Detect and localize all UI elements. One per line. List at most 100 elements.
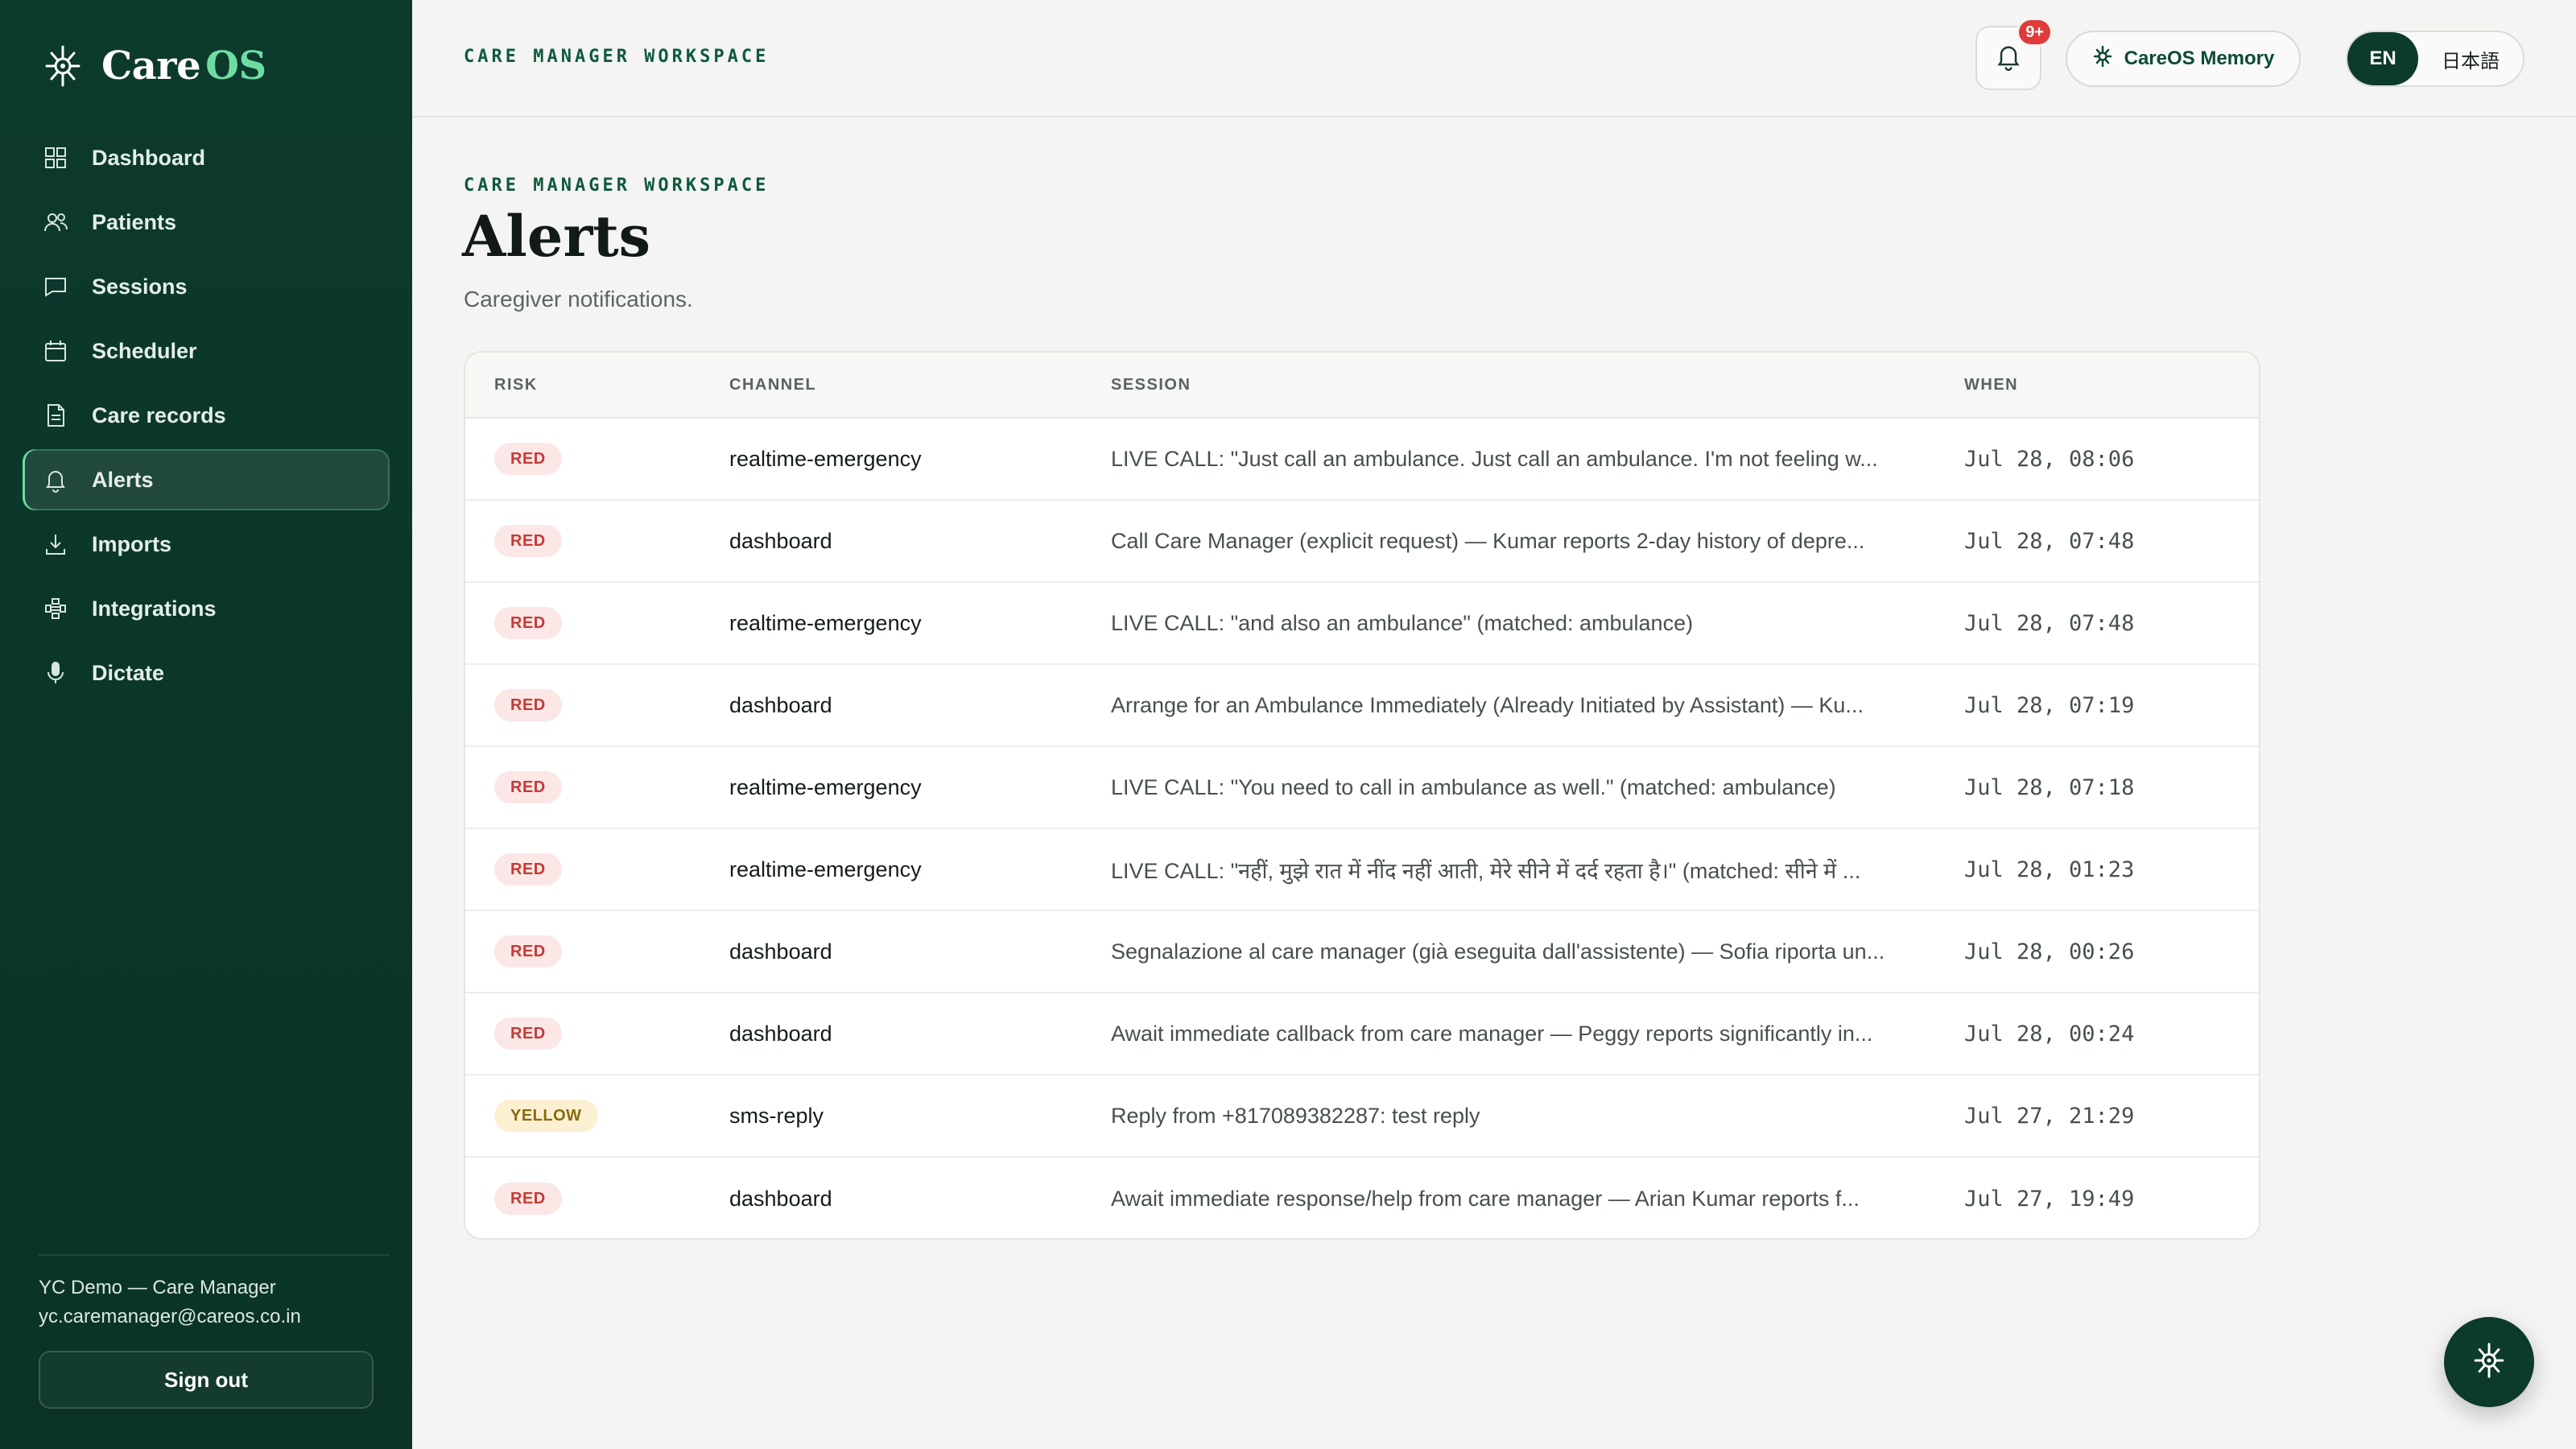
- channel-cell: dashboard: [729, 692, 832, 717]
- column-header-channel[interactable]: CHANNEL: [729, 376, 1111, 394]
- column-header-session[interactable]: SESSION: [1111, 376, 1964, 394]
- channel-cell: dashboard: [729, 528, 832, 553]
- sidebar-item-label: Scheduler: [92, 338, 197, 363]
- table-row[interactable]: RED dashboard Segnalazione al care manag…: [465, 911, 2259, 993]
- table-row[interactable]: RED realtime-emergency LIVE CALL: "नहीं,…: [465, 829, 2259, 911]
- table-row[interactable]: RED dashboard Call Care Manager (explici…: [465, 501, 2259, 583]
- sidebar-item-label: Imports: [92, 531, 172, 556]
- lang-en-option[interactable]: EN: [2347, 32, 2418, 85]
- sidebar-item-label: Dictate: [92, 660, 165, 685]
- channel-cell: realtime-emergency: [729, 610, 922, 635]
- memory-label: CareOS Memory: [2124, 47, 2275, 69]
- page-eyebrow: CARE MANAGER WORKSPACE: [464, 175, 770, 196]
- risk-badge: RED: [494, 689, 562, 721]
- channel-cell: realtime-emergency: [729, 774, 922, 799]
- column-header-risk[interactable]: RISK: [465, 376, 729, 394]
- when-cell: Jul 28, 01:23: [1964, 857, 2135, 882]
- channel-cell: realtime-emergency: [729, 857, 922, 881]
- when-cell: Jul 28, 08:06: [1964, 446, 2135, 472]
- risk-badge: RED: [494, 525, 562, 557]
- risk-badge: RED: [494, 1183, 562, 1215]
- sidebar-divider: [39, 1254, 390, 1256]
- session-cell: Await immediate response/help from care …: [1111, 1186, 1860, 1211]
- session-cell: Call Care Manager (explicit request) — K…: [1111, 528, 1865, 553]
- sidebar-item-sessions[interactable]: Sessions: [23, 256, 390, 317]
- brand-name: Care OS: [101, 43, 266, 89]
- sidebar-item-patients[interactable]: Patients: [23, 192, 390, 253]
- column-header-when[interactable]: WHEN: [1964, 376, 2259, 394]
- language-switcher: EN 日本語: [2346, 31, 2524, 87]
- table-row[interactable]: RED realtime-emergency LIVE CALL: "and a…: [465, 583, 2259, 665]
- sidebar-item-integrations[interactable]: Integrations: [23, 578, 390, 639]
- careos-memory-button[interactable]: CareOS Memory: [2066, 31, 2301, 87]
- user-name: YC Demo — Care Manager: [39, 1277, 276, 1298]
- when-cell: Jul 28, 07:18: [1964, 774, 2135, 800]
- sidebar-item-imports[interactable]: Imports: [23, 514, 390, 575]
- risk-badge: RED: [494, 771, 562, 803]
- when-cell: Jul 28, 07:19: [1964, 692, 2135, 718]
- when-cell: Jul 27, 19:49: [1964, 1186, 2135, 1212]
- channel-cell: dashboard: [729, 939, 832, 964]
- sidebar-item-label: Dashboard: [92, 145, 206, 170]
- session-cell: LIVE CALL: "Just call an ambulance. Just…: [1111, 446, 1878, 471]
- session-cell: LIVE CALL: "You need to call in ambulanc…: [1111, 774, 1836, 799]
- risk-badge: RED: [494, 443, 562, 475]
- users-icon: [42, 208, 69, 236]
- risk-badge: RED: [494, 1018, 562, 1050]
- risk-badge: RED: [494, 853, 562, 886]
- careos-assistant-button[interactable]: [2444, 1317, 2534, 1407]
- when-cell: Jul 28, 07:48: [1964, 610, 2135, 636]
- sidebar-item-dashboard[interactable]: Dashboard: [23, 127, 390, 188]
- page-title: Alerts: [462, 203, 651, 270]
- when-cell: Jul 28, 00:26: [1964, 939, 2135, 964]
- table-row[interactable]: RED realtime-emergency LIVE CALL: "You n…: [465, 747, 2259, 829]
- channel-cell: dashboard: [729, 1186, 832, 1211]
- page-subtitle: Caregiver notifications.: [464, 287, 693, 312]
- sidebar-item-label: Integrations: [92, 596, 217, 621]
- bell-icon: [42, 466, 69, 493]
- chat-icon: [42, 273, 69, 300]
- careos-logo-icon: [42, 42, 84, 90]
- sidebar-item-label: Patients: [92, 209, 177, 234]
- sidebar-item-care-records[interactable]: Care records: [23, 385, 390, 446]
- sidebar-item-alerts[interactable]: Alerts: [23, 449, 390, 510]
- sidebar: Care OS Dashboard Patients Sessions Sched…: [0, 0, 412, 1449]
- lang-ja-option[interactable]: 日本語: [2418, 32, 2523, 85]
- sidebar-item-label: Care records: [92, 402, 226, 427]
- sidebar-item-label: Sessions: [92, 274, 188, 299]
- grid-icon: [42, 144, 69, 171]
- table-row[interactable]: RED dashboard Arrange for an Ambulance I…: [465, 665, 2259, 747]
- sign-out-button[interactable]: Sign out: [39, 1351, 374, 1409]
- document-icon: [42, 402, 69, 429]
- table-row[interactable]: RED dashboard Await immediate callback f…: [465, 993, 2259, 1075]
- puzzle-icon: [42, 595, 69, 622]
- notification-badge: 9+: [2017, 18, 2053, 47]
- when-cell: Jul 28, 00:24: [1964, 1021, 2135, 1046]
- calendar-icon: [42, 337, 69, 365]
- sidebar-item-label: Alerts: [92, 467, 154, 492]
- table-row[interactable]: RED dashboard Await immediate response/h…: [465, 1158, 2259, 1238]
- table-header: RISK CHANNEL SESSION WHEN: [465, 353, 2259, 419]
- session-cell: Arrange for an Ambulance Immediately (Al…: [1111, 692, 1864, 717]
- risk-badge: RED: [494, 607, 562, 639]
- session-cell: LIVE CALL: "नहीं, मुझे रात में नींद नहीं…: [1111, 858, 1861, 883]
- sidebar-item-scheduler[interactable]: Scheduler: [23, 320, 390, 382]
- channel-cell: realtime-emergency: [729, 446, 922, 471]
- top-bar: CARE MANAGER WORKSPACE 9+ CareOS Memory …: [412, 0, 2576, 118]
- when-cell: Jul 28, 07:48: [1964, 528, 2135, 554]
- channel-cell: dashboard: [729, 1021, 832, 1046]
- session-cell: LIVE CALL: "and also an ambulance" (matc…: [1111, 610, 1694, 635]
- when-cell: Jul 27, 21:29: [1964, 1103, 2135, 1129]
- notifications-button[interactable]: 9+: [1975, 18, 2053, 90]
- session-cell: Reply from +817089382287: test reply: [1111, 1103, 1480, 1128]
- table-row[interactable]: YELLOW sms-reply Reply from +81708938228…: [465, 1075, 2259, 1158]
- careos-logo-icon: [2471, 1341, 2507, 1384]
- session-cell: Segnalazione al care manager (già esegui…: [1111, 939, 1885, 964]
- bell-icon: [1994, 42, 2023, 75]
- table-row[interactable]: RED realtime-emergency LIVE CALL: "Just …: [465, 419, 2259, 501]
- sparkle-icon: [2092, 45, 2113, 73]
- session-cell: Await immediate callback from care manag…: [1111, 1021, 1873, 1046]
- sidebar-item-dictate[interactable]: Dictate: [23, 642, 390, 704]
- download-icon: [42, 530, 69, 558]
- brand-logo[interactable]: Care OS: [42, 42, 266, 90]
